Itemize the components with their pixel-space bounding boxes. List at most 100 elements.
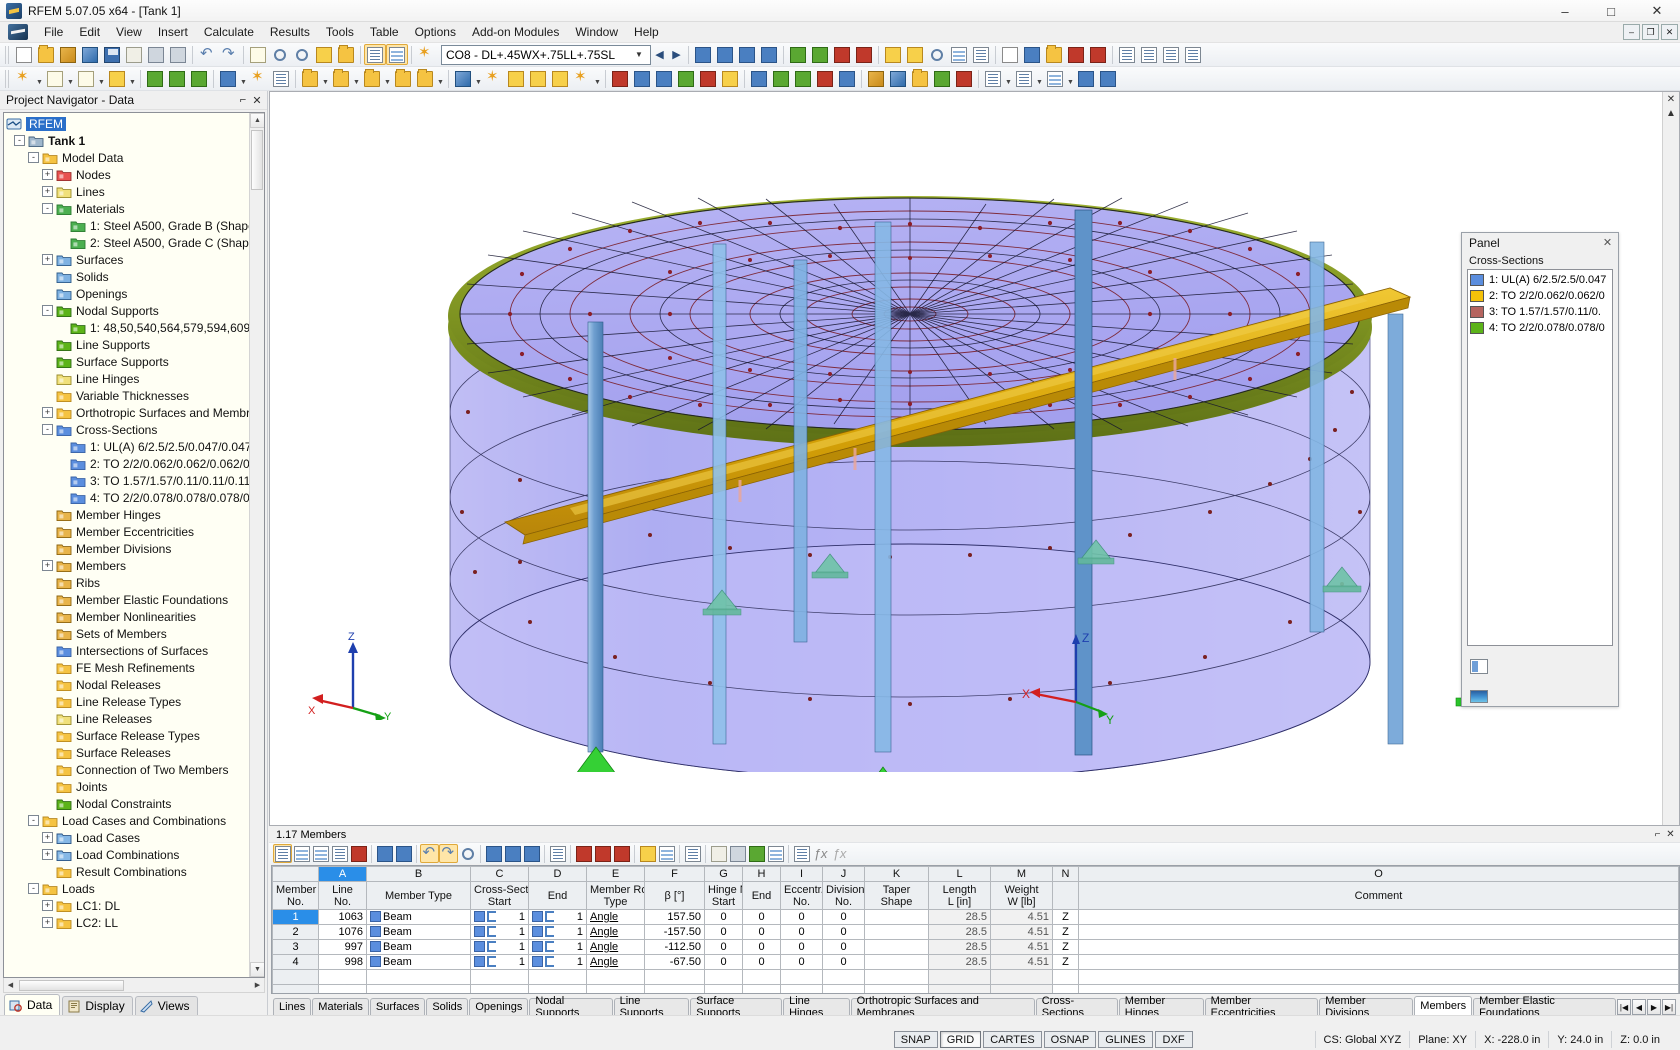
scale-button[interactable] <box>527 68 549 89</box>
surface-load-button[interactable] <box>330 68 352 89</box>
insert-line-button[interactable] <box>44 68 66 89</box>
cell-cs-start[interactable]: 1 <box>471 940 529 955</box>
dim-button[interactable] <box>719 68 741 89</box>
cell-n[interactable]: Z <box>1053 925 1079 940</box>
cell-empty[interactable] <box>1053 985 1079 995</box>
menu-item-edit[interactable]: Edit <box>71 23 108 41</box>
table-column-settings-button[interactable] <box>638 844 657 863</box>
cell-beta[interactable]: -112.50 <box>645 940 705 955</box>
cell-empty[interactable] <box>1079 985 1679 995</box>
table-abbreviation-button[interactable] <box>792 844 811 863</box>
insert-member-dropdown[interactable]: ▼ <box>97 68 106 89</box>
table-refresh-button[interactable] <box>458 844 477 863</box>
scroll-thumb[interactable] <box>251 130 263 190</box>
cell-rot-type[interactable]: Angle <box>587 955 645 970</box>
table-prev-column-button[interactable] <box>375 844 394 863</box>
menu-item-addons[interactable]: Add-on Modules <box>464 23 567 41</box>
cell-line-no[interactable]: 997 <box>319 940 367 955</box>
column-letter-M[interactable]: M <box>991 867 1053 882</box>
print-button[interactable] <box>145 44 167 65</box>
addon-concrete-button[interactable] <box>887 68 909 89</box>
menu-item-insert[interactable]: Insert <box>150 23 196 41</box>
column-header-weight[interactable]: WeightW [lb] <box>991 882 1053 910</box>
table-insert-row-button[interactable] <box>292 844 311 863</box>
members-table[interactable]: ABCDEFGHIJKLMNOMemberNo.LineNo.Member Ty… <box>272 866 1679 994</box>
cell-taper[interactable] <box>865 910 929 925</box>
table-tab-materials[interactable]: Materials <box>312 998 369 1015</box>
tree-node-nodal-releases[interactable]: Nodal Releases <box>6 676 249 693</box>
result-values-button[interactable] <box>770 68 792 89</box>
rotate-button[interactable] <box>505 68 527 89</box>
table-row[interactable]: 3997Beam11Angle-112.50000028.54.51Z <box>273 940 1679 955</box>
scroll-left-button[interactable]: ◀ <box>4 981 17 989</box>
cell-empty[interactable] <box>823 985 865 995</box>
cell-empty[interactable] <box>367 970 471 985</box>
tree-node-openings[interactable]: Openings <box>6 285 249 302</box>
tree-node-lines[interactable]: +Lines <box>6 183 249 200</box>
table-grid-settings-button[interactable] <box>657 844 676 863</box>
navigator-tab-views[interactable]: Views <box>135 996 198 1015</box>
cell-empty[interactable] <box>645 970 705 985</box>
table-tab-member-elastic-foundations[interactable]: Member Elastic Foundations <box>1473 998 1616 1015</box>
view-front-button[interactable] <box>692 44 714 65</box>
table-nav-first-button[interactable]: |◀ <box>1617 999 1631 1015</box>
cell-line-no[interactable]: 1063 <box>319 910 367 925</box>
cell-comment[interactable] <box>1079 955 1679 970</box>
cell-hinge-start[interactable]: 0 <box>705 910 743 925</box>
panel-options-button[interactable] <box>1470 659 1488 674</box>
nodal-support-button[interactable] <box>144 68 166 89</box>
collapse-icon[interactable]: - <box>28 152 39 163</box>
mirror-button[interactable] <box>483 68 505 89</box>
cell-member-type[interactable]: Beam <box>367 925 471 940</box>
cell-cs-start[interactable]: 1 <box>471 955 529 970</box>
tree-node-lc1-dl[interactable]: +LC1: DL <box>6 897 249 914</box>
insert-surface-button[interactable] <box>106 68 128 89</box>
scroll-up-button[interactable]: ▲ <box>250 113 265 128</box>
table-row-empty[interactable] <box>273 970 1679 985</box>
open-model-button[interactable] <box>57 44 79 65</box>
cell-line-no[interactable]: 998 <box>319 955 367 970</box>
tree-node-line-hinges[interactable]: Line Hinges <box>6 370 249 387</box>
tree-node-2-to-2-2-0-062-0-062-0-062-0-0[interactable]: 2: TO 2/2/0.062/0.062/0.062/0.0... <box>6 455 249 472</box>
line-support-button[interactable] <box>166 68 188 89</box>
viewport-scroll-strip[interactable]: ✕ ▲ <box>1662 92 1679 825</box>
expand-icon[interactable]: + <box>42 917 53 928</box>
red-arrow2-button[interactable] <box>1087 44 1109 65</box>
cell-cs-end[interactable]: 1 <box>529 955 587 970</box>
cell-member-type[interactable]: Beam <box>367 955 471 970</box>
cell-beta[interactable]: -157.50 <box>645 925 705 940</box>
cell-empty[interactable] <box>705 970 743 985</box>
menu-item-calculate[interactable]: Calculate <box>196 23 262 41</box>
tree-node-ribs[interactable]: Ribs <box>6 574 249 591</box>
view-iso-button[interactable] <box>758 44 780 65</box>
print-preview-button[interactable] <box>167 44 189 65</box>
deformation-button[interactable] <box>926 44 948 65</box>
cell-length[interactable]: 28.5 <box>929 910 991 925</box>
table-redo-button[interactable] <box>439 844 458 863</box>
cell-cs-end[interactable]: 1 <box>529 940 587 955</box>
table-row[interactable]: 11063Beam11Angle157.50000028.54.51Z <box>273 910 1679 925</box>
table-edit-button[interactable] <box>273 844 292 863</box>
cell-empty[interactable] <box>865 985 929 995</box>
cell-empty[interactable] <box>1079 970 1679 985</box>
surface-support-button[interactable] <box>188 68 210 89</box>
insert-surface-dropdown[interactable]: ▼ <box>128 68 137 89</box>
cell-empty[interactable] <box>991 970 1053 985</box>
view-fullscreen-dropdown[interactable]: ▼ <box>1066 68 1075 89</box>
cross-section-legend-item[interactable]: 4: TO 2/2/0.078/0.078/0 <box>1470 320 1612 336</box>
window-tile-button[interactable] <box>1116 44 1138 65</box>
tree-node-lc2-ll[interactable]: +LC2: LL <box>6 914 249 931</box>
navigator-tree[interactable]: RFEM-Tank 1-Model Data+Nodes+Lines-Mater… <box>4 113 249 977</box>
surface-load-dropdown[interactable]: ▼ <box>352 68 361 89</box>
table-tab-member-eccentricities[interactable]: Member Eccentricities <box>1205 998 1319 1015</box>
mdi-restore-button[interactable]: ❐ <box>1642 24 1659 40</box>
render-mode-button[interactable] <box>247 44 269 65</box>
navigator-tab-display[interactable]: Display <box>62 996 132 1015</box>
cell-div-no[interactable]: 0 <box>823 955 865 970</box>
cell-empty[interactable] <box>319 985 367 995</box>
menu-item-tools[interactable]: Tools <box>318 23 362 41</box>
table-undo-button[interactable] <box>420 844 439 863</box>
mesh-generate-button[interactable] <box>609 68 631 89</box>
table-calculator-button[interactable] <box>766 844 785 863</box>
member-hinge-dropdown[interactable]: ▼ <box>239 68 248 89</box>
